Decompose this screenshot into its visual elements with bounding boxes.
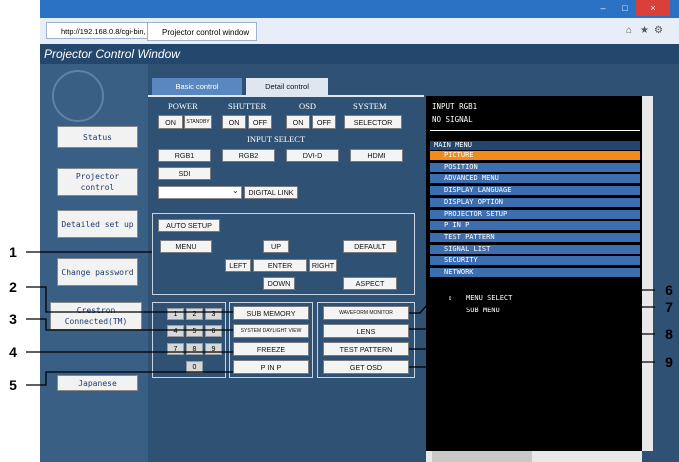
callout-2: 2 <box>9 279 17 295</box>
callout-lines <box>26 251 655 386</box>
callout-3: 3 <box>9 311 17 327</box>
callout-9: 9 <box>665 354 673 370</box>
callout-7: 7 <box>665 299 673 315</box>
callout-8: 8 <box>665 326 673 342</box>
callout-6: 6 <box>665 282 673 298</box>
callout-1: 1 <box>9 244 17 260</box>
callout-5: 5 <box>9 377 17 393</box>
callout-4: 4 <box>9 344 17 360</box>
